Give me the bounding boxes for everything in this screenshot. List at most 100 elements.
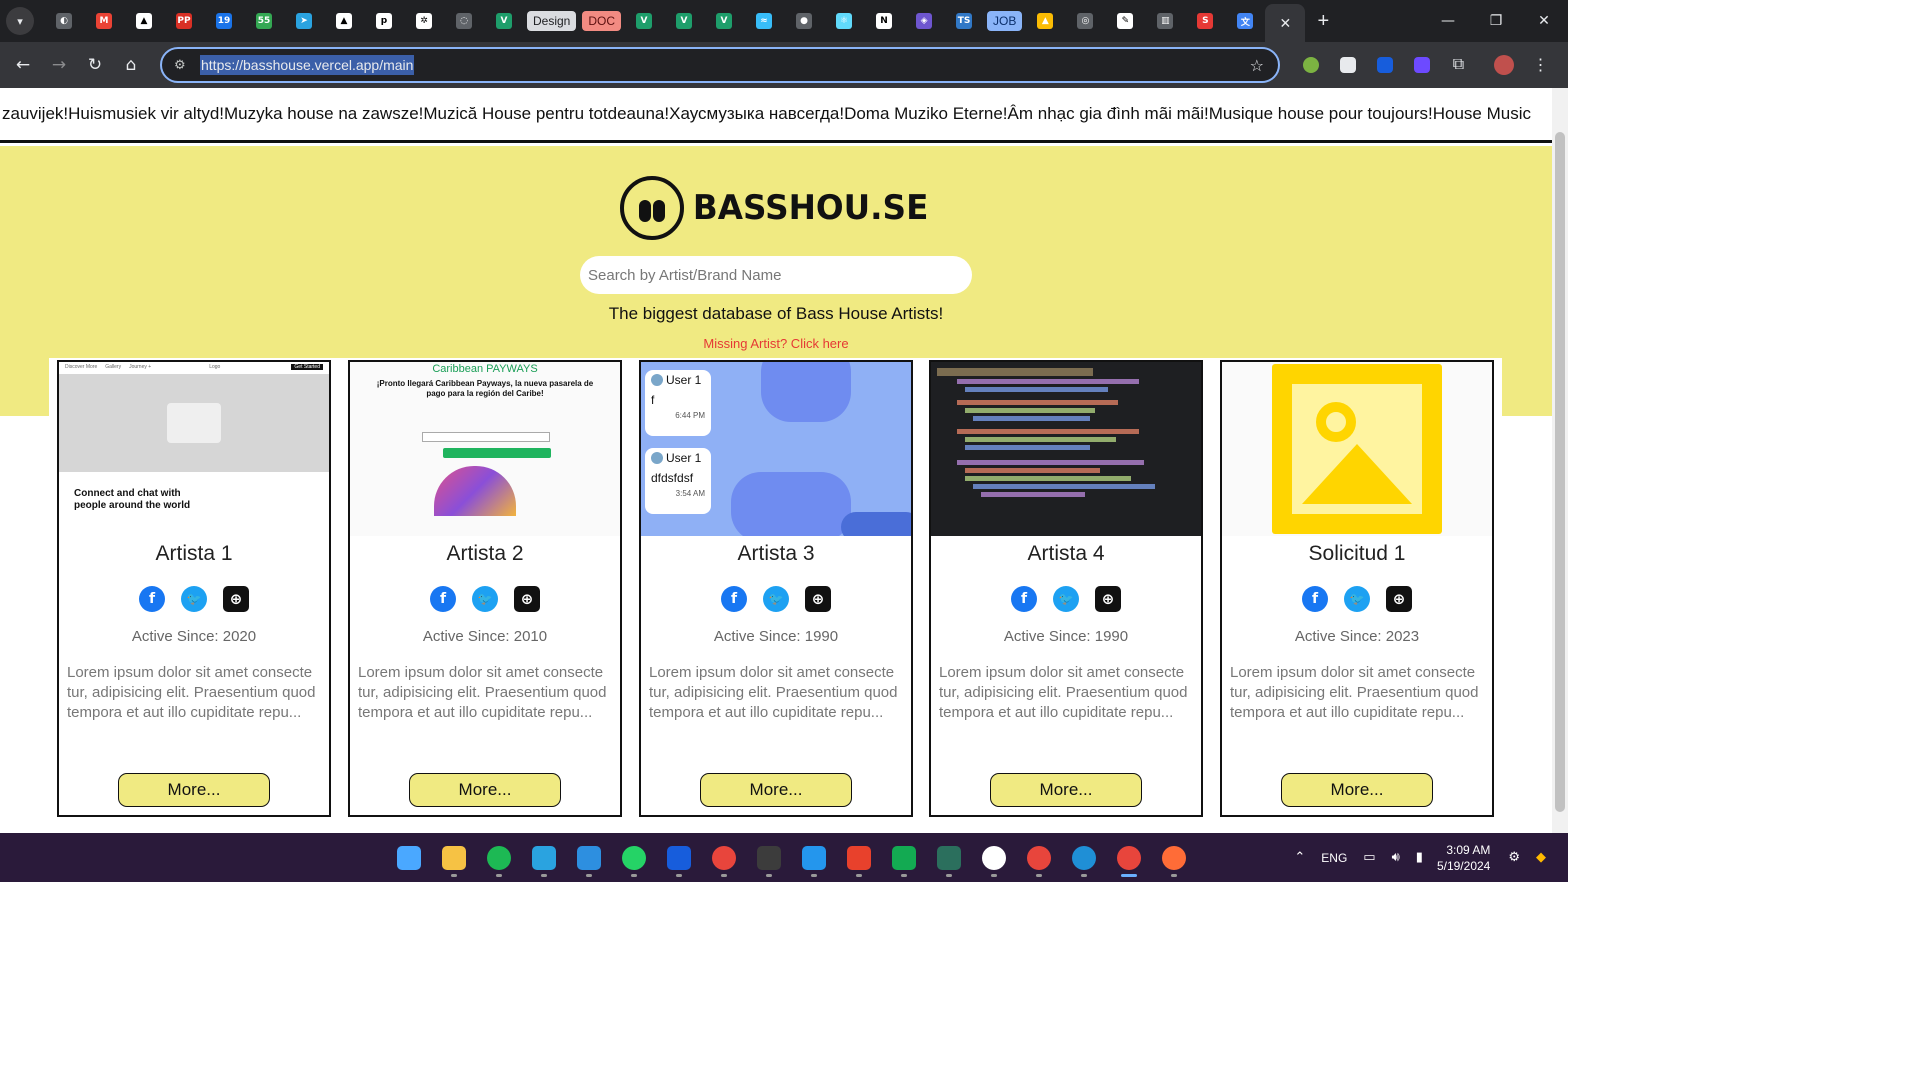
browser-tab[interactable]: ✎	[1105, 6, 1145, 36]
telegram-icon[interactable]	[521, 838, 566, 878]
browser-tab[interactable]: ✲	[404, 6, 444, 36]
facebook-icon[interactable]: f	[1011, 586, 1037, 612]
browser-tab[interactable]: ●	[784, 6, 824, 36]
docker-icon[interactable]	[791, 838, 836, 878]
browser-tab[interactable]: 文	[1225, 6, 1265, 36]
browser-tab[interactable]: ◐	[44, 6, 84, 36]
tab-design[interactable]: Design	[524, 6, 579, 36]
website-globe-icon[interactable]: ⊕	[1095, 586, 1121, 612]
twitter-icon[interactable]: 🐦	[181, 586, 207, 612]
browser-tab[interactable]: M	[84, 6, 124, 36]
browser-tab[interactable]: ≈	[744, 6, 784, 36]
browser-tab[interactable]: TS	[944, 6, 984, 36]
browser-tab[interactable]: V	[624, 6, 664, 36]
forward-arrow-icon[interactable]: →	[41, 47, 77, 83]
browser-tab[interactable]: ◎	[1065, 6, 1105, 36]
windows-start-icon[interactable]	[386, 838, 431, 878]
new-tab-button[interactable]: +	[1305, 10, 1341, 33]
facebook-icon[interactable]: f	[139, 586, 165, 612]
browser-tab[interactable]: ▲	[324, 6, 364, 36]
tab-active-basshouse[interactable]: ✕	[1265, 4, 1306, 42]
minimize-icon[interactable]: —	[1424, 0, 1472, 42]
address-url[interactable]: https://basshouse.vercel.app/main	[200, 55, 415, 75]
edge-icon[interactable]	[1061, 838, 1106, 878]
file-explorer-icon[interactable]	[431, 838, 476, 878]
more-button[interactable]: More...	[118, 773, 270, 807]
tab-search-chevron-icon[interactable]: ▾	[6, 7, 34, 35]
facebook-icon[interactable]: f	[430, 586, 456, 612]
browser-tab[interactable]: p	[364, 6, 404, 36]
restore-icon[interactable]: ❐	[1472, 0, 1520, 42]
search-input[interactable]: Search by Artist/Brand Name	[580, 256, 972, 294]
browser-tab[interactable]: ◈	[904, 6, 944, 36]
home-icon[interactable]: ⌂	[113, 47, 149, 83]
spotify-icon[interactable]	[476, 838, 521, 878]
extension-bitwarden-icon[interactable]	[1366, 47, 1403, 83]
browser-tab[interactable]: V	[484, 6, 524, 36]
site-logo[interactable]: BASSHOU.SE	[620, 176, 933, 240]
browser-tab[interactable]: PP	[164, 6, 204, 36]
website-globe-icon[interactable]: ⊕	[514, 586, 540, 612]
page-scrollbar[interactable]	[1552, 88, 1568, 833]
close-icon[interactable]: ✕	[1280, 15, 1292, 32]
facebook-icon[interactable]: f	[1302, 586, 1328, 612]
reload-icon[interactable]: ↻	[77, 47, 113, 83]
profile-avatar[interactable]	[1485, 47, 1522, 83]
chevron-up-icon[interactable]: ⌃	[1294, 850, 1305, 865]
tab-job[interactable]: JOB	[984, 6, 1025, 36]
whatsapp-icon[interactable]	[611, 838, 656, 878]
twitter-icon[interactable]: 🐦	[1053, 586, 1079, 612]
back-arrow-icon[interactable]: ←	[5, 47, 41, 83]
scrollbar-thumb[interactable]	[1555, 132, 1565, 812]
postman-icon[interactable]	[1151, 838, 1196, 878]
clock[interactable]: 3:09 AM 5/19/2024	[1437, 842, 1490, 874]
browser-tab[interactable]: ▥	[1145, 6, 1185, 36]
browser-tab[interactable]: 55	[244, 6, 284, 36]
media-player-icon[interactable]	[971, 838, 1016, 878]
more-button[interactable]: More...	[700, 773, 852, 807]
browser-tab[interactable]: S	[1185, 6, 1225, 36]
wps-icon[interactable]	[836, 838, 881, 878]
website-globe-icon[interactable]: ⊕	[805, 586, 831, 612]
tab-doc[interactable]: DOC	[579, 6, 624, 36]
more-button[interactable]: More...	[990, 773, 1142, 807]
site-info-icon[interactable]: ⚙	[174, 58, 194, 73]
chrome-icon[interactable]	[701, 838, 746, 878]
website-globe-icon[interactable]: ⊕	[1386, 586, 1412, 612]
browser-tab[interactable]: ▲	[124, 6, 164, 36]
terminal-icon[interactable]	[746, 838, 791, 878]
twitter-icon[interactable]: 🐦	[763, 586, 789, 612]
settings-gear-icon[interactable]: ⚙	[1508, 850, 1520, 865]
browser-tab[interactable]: ◌	[444, 6, 484, 36]
extension-shield-icon[interactable]	[1329, 47, 1366, 83]
more-button[interactable]: More...	[1281, 773, 1433, 807]
browser-tab[interactable]: ▲	[1025, 6, 1065, 36]
browser-tab[interactable]: N	[864, 6, 904, 36]
more-button[interactable]: More...	[409, 773, 561, 807]
twitter-icon[interactable]: 🐦	[472, 586, 498, 612]
facebook-icon[interactable]: f	[721, 586, 747, 612]
browser-tab[interactable]: V	[664, 6, 704, 36]
volume-icon[interactable]: 🔊︎	[1392, 850, 1400, 865]
missing-artist-link[interactable]: Missing Artist? Click here	[0, 336, 1552, 351]
copilot-icon[interactable]: ◆	[1536, 850, 1546, 865]
browser-tab[interactable]: 19	[204, 6, 244, 36]
twitter-icon[interactable]: 🐦	[1344, 586, 1370, 612]
extensions-puzzle-icon[interactable]: ⧉	[1440, 47, 1477, 83]
browser-tab[interactable]: ➤	[284, 6, 324, 36]
chrome-active-icon[interactable]	[1106, 838, 1151, 878]
mongodb-icon[interactable]	[881, 838, 926, 878]
browser-tab[interactable]: V	[704, 6, 744, 36]
bitwarden-icon[interactable]	[656, 838, 701, 878]
address-bar[interactable]: ⚙ https://basshouse.vercel.app/main ☆	[160, 47, 1280, 83]
vscode-icon[interactable]	[566, 838, 611, 878]
battery-icon[interactable]: ▮	[1416, 850, 1423, 865]
menu-kebab-icon[interactable]: ⋮	[1522, 47, 1559, 83]
language-indicator[interactable]: ENG	[1321, 851, 1347, 865]
browser-tab[interactable]: ⚛	[824, 6, 864, 36]
network-icon[interactable]: ▭	[1363, 850, 1375, 865]
compass-icon[interactable]	[926, 838, 971, 878]
extension-leaf-icon[interactable]	[1292, 47, 1329, 83]
extension-s-icon[interactable]	[1403, 47, 1440, 83]
website-globe-icon[interactable]: ⊕	[223, 586, 249, 612]
